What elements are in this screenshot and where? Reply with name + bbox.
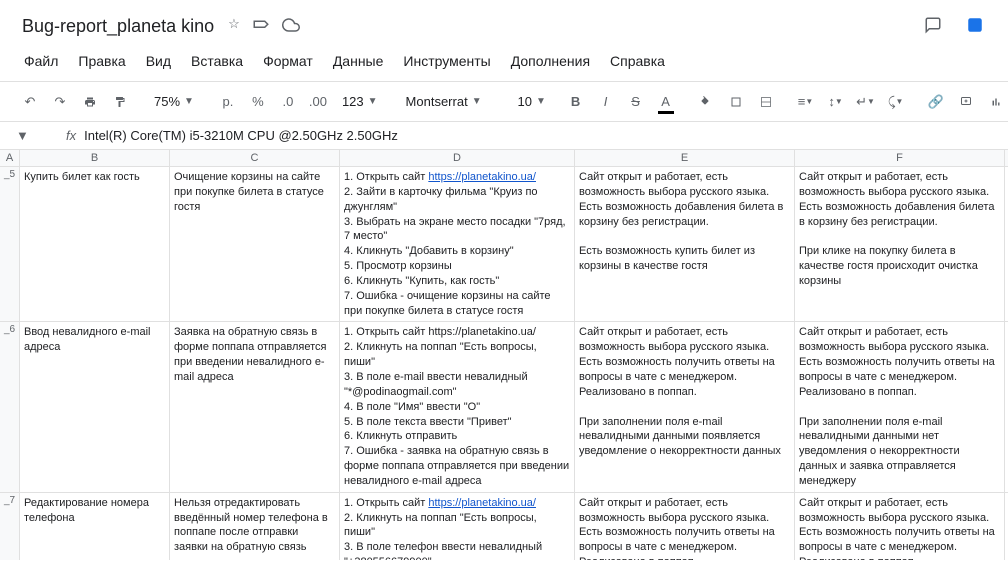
cell[interactable]: Очищение корзины на сайте при покупке би… <box>170 167 340 321</box>
table-row: _6Ввод невалидного e-mail адресаЗаявка н… <box>0 322 1008 492</box>
cell[interactable]: Ввод невалидного e-mail адреса <box>20 322 170 491</box>
paint-format-icon[interactable] <box>106 88 134 116</box>
column-headers: A B C D E F <box>0 150 1008 167</box>
col-header-e[interactable]: E <box>575 150 795 166</box>
cell[interactable]: Сайт открыт и работает, есть возможность… <box>575 322 795 491</box>
formula-bar: ▼ fx Intel(R) Core(TM) i5-3210M CPU @2.5… <box>0 122 1008 150</box>
star-icon[interactable]: ☆ <box>228 16 240 37</box>
rotate-icon[interactable]: ⤹▼ <box>882 88 910 116</box>
chart-icon[interactable] <box>982 88 1008 116</box>
row-header[interactable]: _6 <box>0 322 20 491</box>
undo-icon[interactable]: ↶ <box>16 88 44 116</box>
bold-button[interactable]: B <box>562 88 590 116</box>
cell[interactable]: 1. Открыть сайт https://planetakino.ua/ … <box>340 493 575 560</box>
cell[interactable]: Нельзя отредактировать введённый номер т… <box>170 493 340 560</box>
menu-data[interactable]: Данные <box>325 49 392 73</box>
number-format-select[interactable]: 123▼ <box>334 90 386 113</box>
cell[interactable]: 1. Открыть сайт https://planetakino.ua/ … <box>340 322 575 491</box>
cell[interactable]: Сайт открыт и работает, есть возможность… <box>575 167 795 321</box>
menu-addons[interactable]: Дополнения <box>503 49 598 73</box>
formula-input[interactable]: Intel(R) Core(TM) i5-3210M CPU @2.50GHz … <box>84 128 992 143</box>
cell[interactable]: Купить билет как гость <box>20 167 170 321</box>
name-box[interactable]: ▼ <box>16 128 66 143</box>
increase-decimal-button[interactable]: .00 <box>304 88 332 116</box>
print-icon[interactable] <box>76 88 104 116</box>
menu-help[interactable]: Справка <box>602 49 673 73</box>
move-icon[interactable] <box>252 16 270 37</box>
italic-button[interactable]: I <box>592 88 620 116</box>
v-align-icon[interactable]: ↕▼ <box>822 88 850 116</box>
merge-cells-icon[interactable] <box>752 88 780 116</box>
fx-label: fx <box>66 128 76 143</box>
wrap-icon[interactable]: ↵▼ <box>852 88 880 116</box>
cell[interactable]: Сайт открыт и работает, есть возможность… <box>795 322 1005 491</box>
borders-icon[interactable] <box>722 88 750 116</box>
spreadsheet: A B C D E F _5Купить билет как гостьОчищ… <box>0 150 1008 560</box>
comment-icon[interactable] <box>952 88 980 116</box>
currency-button[interactable]: р. <box>214 88 242 116</box>
share-button[interactable] <box>958 8 992 45</box>
zoom-select[interactable]: 75%▼ <box>146 90 202 113</box>
cell[interactable]: 1. Открыть сайт https://planetakino.ua/ … <box>340 167 575 321</box>
menubar: Файл Правка Вид Вставка Формат Данные Ин… <box>0 49 1008 82</box>
table-row: _7Редактирование номера телефонаНельзя о… <box>0 493 1008 560</box>
menu-file[interactable]: Файл <box>16 49 66 73</box>
cell[interactable]: Редактирование номера телефона <box>20 493 170 560</box>
strike-button[interactable]: S <box>622 88 650 116</box>
col-header-b[interactable]: B <box>20 150 170 166</box>
titlebar: Bug-report_planeta kino ☆ <box>0 0 1008 49</box>
menu-tools[interactable]: Инструменты <box>395 49 498 73</box>
toolbar: ↶ ↷ 75%▼ р. % .0 .00 123▼ Montserrat▼ 10… <box>0 82 1008 122</box>
fill-color-icon[interactable] <box>692 88 720 116</box>
cell[interactable]: Сайт открыт и работает, есть возможность… <box>795 493 1005 560</box>
col-header-d[interactable]: D <box>340 150 575 166</box>
link[interactable]: https://planetakino.ua/ <box>428 497 536 509</box>
col-header-f[interactable]: F <box>795 150 1005 166</box>
sheet-body: _5Купить билет как гостьОчищение корзины… <box>0 167 1008 560</box>
header-right-icons <box>924 8 992 45</box>
col-header-a[interactable]: A <box>0 150 20 166</box>
menu-format[interactable]: Формат <box>255 49 321 73</box>
row-header[interactable]: _5 <box>0 167 20 321</box>
cell[interactable]: Сайт открыт и работает, есть возможность… <box>795 167 1005 321</box>
decrease-decimal-button[interactable]: .0 <box>274 88 302 116</box>
row-header[interactable]: _7 <box>0 493 20 560</box>
percent-button[interactable]: % <box>244 88 272 116</box>
cell[interactable]: Заявка на обратную связь в форме поппапа… <box>170 322 340 491</box>
link-icon[interactable]: 🔗 <box>922 88 950 116</box>
cloud-icon[interactable] <box>282 16 300 37</box>
h-align-icon[interactable]: ≡▼ <box>792 88 820 116</box>
table-row: _5Купить билет как гостьОчищение корзины… <box>0 167 1008 322</box>
menu-insert[interactable]: Вставка <box>183 49 251 73</box>
font-select[interactable]: Montserrat▼ <box>398 90 498 113</box>
cell[interactable]: Сайт открыт и работает, есть возможность… <box>575 493 795 560</box>
redo-icon[interactable]: ↷ <box>46 88 74 116</box>
title-action-icons: ☆ <box>228 16 300 37</box>
font-size-select[interactable]: 10▼ <box>510 90 550 113</box>
comment-history-icon[interactable] <box>924 16 942 37</box>
menu-edit[interactable]: Правка <box>70 49 133 73</box>
menu-view[interactable]: Вид <box>138 49 179 73</box>
link[interactable]: https://planetakino.ua/ <box>428 171 536 183</box>
document-title[interactable]: Bug-report_planeta kino <box>16 14 220 39</box>
text-color-button[interactable]: A <box>652 88 680 116</box>
col-header-c[interactable]: C <box>170 150 340 166</box>
